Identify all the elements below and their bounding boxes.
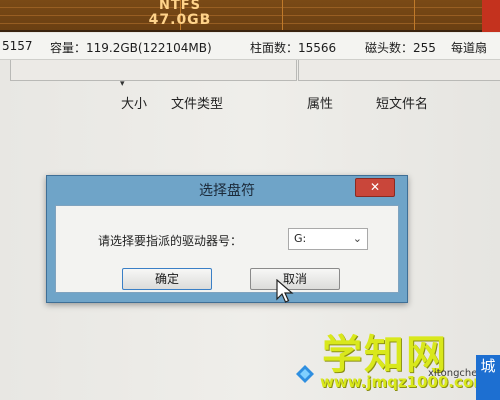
dialog-body: 请选择要指派的驱动器号： G: ⌄ 确定 取消 [55, 205, 399, 293]
close-icon[interactable]: ✕ [355, 178, 395, 197]
partition-block-other[interactable] [482, 0, 500, 32]
disk-info-bar: 5157 容量：119.2GB(122104MB) 柱面数：15566 磁头数：… [0, 33, 500, 60]
ok-button[interactable]: 确定 [122, 268, 212, 290]
column-header-file-type[interactable]: 文件类型 [171, 93, 223, 112]
chevron-down-icon[interactable]: ⌄ [353, 232, 362, 245]
partition-block-ntfs[interactable]: NTFS 47.0GB [0, 0, 482, 30]
drive-prompt-label: 请选择要指派的驱动器号： [98, 234, 243, 248]
disk-sectors: 每道扇 [451, 41, 488, 55]
tree-pane[interactable] [10, 60, 297, 81]
column-header-attributes[interactable]: 属性 [307, 93, 333, 112]
watermark-badge: 城 [476, 355, 500, 400]
partition-size: 47.0GB [148, 12, 212, 28]
watermark-logo-icon [296, 365, 314, 383]
mouse-cursor-icon [276, 279, 294, 303]
drive-letter-value: G: [294, 232, 307, 245]
column-header-short-name[interactable]: 短文件名 [376, 93, 428, 112]
partition-map: NTFS 47.0GB [0, 0, 500, 32]
column-divider-icon: ▾ [120, 79, 125, 89]
disk-capacity: 容量：119.2GB(122104MB) [50, 41, 212, 55]
disk-heads: 磁头数：255 [365, 41, 436, 55]
column-header-size[interactable]: 大小 [121, 93, 147, 112]
list-pane[interactable] [298, 60, 500, 81]
select-drive-dialog: 选择盘符 ✕ 请选择要指派的驱动器号： G: ⌄ 确定 取消 [46, 175, 408, 303]
dialog-title: 选择盘符 [199, 183, 255, 199]
watermark-url: www.jmqz1000.com [320, 373, 489, 391]
drive-letter-select[interactable]: G: ⌄ [288, 228, 368, 250]
disk-cylinders: 柱面数：15566 [250, 41, 337, 55]
disk-id: 5157 [2, 39, 33, 53]
